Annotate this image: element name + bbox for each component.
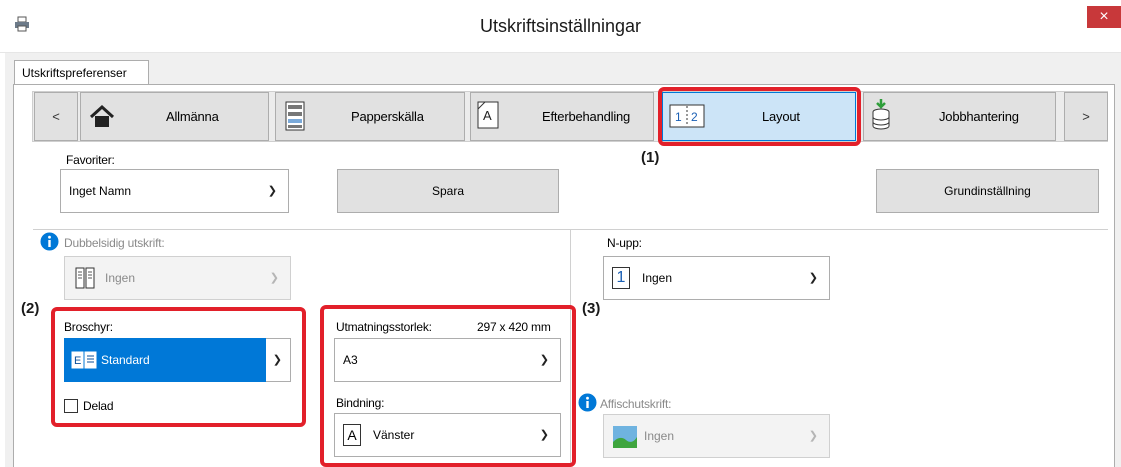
nav-item-job-handling[interactable]: Jobbhantering (863, 92, 1056, 141)
job-handling-icon (872, 99, 890, 130)
home-icon (89, 104, 115, 127)
book-icon (75, 267, 95, 289)
title-bar: Utskriftsinställningar × (0, 0, 1121, 53)
nav-item-label: Efterbehandling (542, 109, 631, 124)
nav-item-label: Papperskälla (351, 109, 424, 124)
nav-prev-button[interactable]: < (34, 92, 78, 141)
close-button[interactable]: × (1087, 6, 1121, 28)
poster-value: Ingen (644, 429, 675, 443)
nup-icon: 1 (612, 267, 630, 289)
favorites-label: Favoriter: (66, 153, 115, 167)
duplex-value: Ingen (105, 271, 136, 285)
save-button[interactable]: Spara (337, 169, 559, 213)
nav-item-label: Jobbhantering (939, 109, 1019, 124)
nup-select[interactable]: 1 Ingen ❯ (603, 256, 830, 300)
duplex-select[interactable]: Ingen ❯ (64, 256, 291, 300)
nav-item-finishing[interactable]: A Efterbehandling (470, 92, 654, 141)
tab-printing-preferences[interactable]: Utskriftspreferenser (14, 60, 149, 85)
finishing-icon: A (477, 101, 499, 129)
tab-label: Utskriftspreferenser (22, 66, 127, 80)
window-title: Utskriftsinställningar (479, 16, 642, 36)
highlight-box-layout (658, 87, 861, 146)
highlight-box-booklet (51, 307, 306, 427)
callout-1: (1) (641, 149, 660, 166)
nav-item-paper-source[interactable]: Papperskälla (275, 92, 465, 141)
nav-item-label: Allmänna (166, 109, 219, 124)
callout-3: (3) (582, 300, 601, 317)
poster-select[interactable]: Ingen ❯ (603, 414, 830, 458)
chevron-down-icon: ❯ (267, 185, 277, 197)
info-icon (578, 393, 597, 412)
paper-tray-icon (285, 101, 305, 131)
duplex-label: Dubbelsidig utskrift: (64, 236, 165, 250)
callout-2: (2) (21, 300, 40, 317)
chevron-down-icon: ❯ (808, 430, 818, 442)
defaults-button[interactable]: Grundinställning (876, 169, 1099, 213)
info-icon (40, 232, 59, 251)
nav-item-general[interactable]: Allmänna (80, 92, 269, 141)
favorites-select[interactable]: Inget Namn ❯ (60, 169, 289, 213)
favorites-value: Inget Namn (69, 184, 132, 198)
poster-label: Affischutskrift: (600, 397, 672, 411)
nav-next-button[interactable]: > (1064, 92, 1108, 141)
chevron-down-icon: ❯ (269, 272, 279, 284)
highlight-box-size-binding (320, 305, 576, 467)
chevron-down-icon: ❯ (808, 272, 818, 284)
svg-text:A: A (483, 108, 492, 123)
poster-image-icon (613, 426, 637, 448)
nup-value: Ingen (642, 271, 673, 285)
nup-label: N-upp: (607, 236, 642, 250)
